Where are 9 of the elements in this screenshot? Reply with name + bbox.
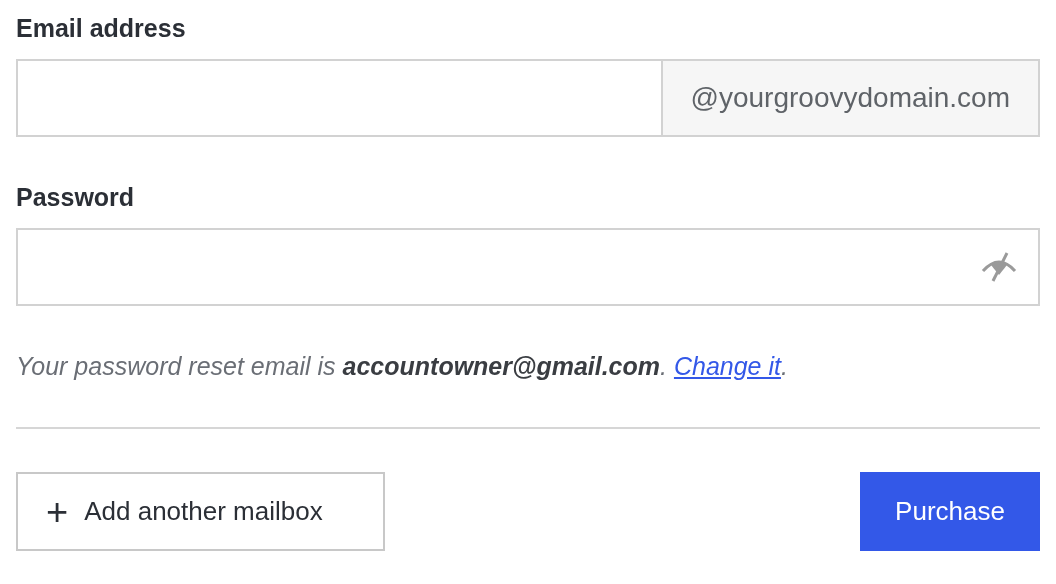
email-field[interactable]: @yourgroovydomain.com (16, 59, 1040, 137)
change-it-link[interactable]: Change it (673, 352, 781, 380)
domain-suffix: @yourgroovydomain.com (660, 61, 1038, 135)
add-mailbox-button[interactable]: + Add another mailbox (16, 472, 385, 551)
plus-icon: + (46, 492, 69, 531)
purchase-button[interactable]: Purchase (860, 472, 1040, 551)
field-label: Email address (16, 14, 187, 43)
reset-email-note: Your password reset email is accountowner@gmail.com. Change it. (16, 352, 789, 381)
field-label: Password (16, 183, 136, 212)
